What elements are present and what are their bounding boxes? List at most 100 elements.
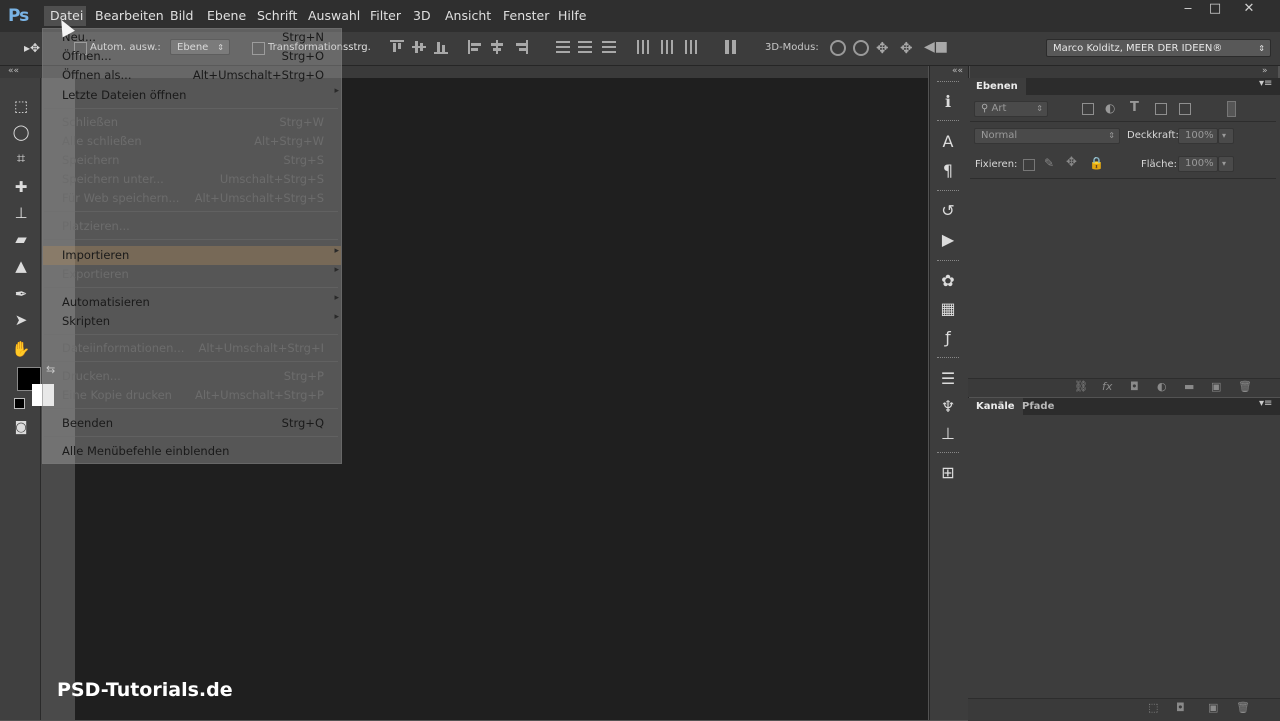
menu-3d[interactable]: 3D — [413, 8, 431, 23]
hand-tool-icon[interactable]: ✋ — [11, 339, 31, 359]
pan-3d-icon[interactable]: ✥ — [876, 39, 889, 57]
align-left-icon[interactable] — [468, 40, 484, 54]
menu-item-importieren[interactable]: Importieren ▸ — [62, 246, 339, 265]
rotate-3d-icon[interactable] — [830, 40, 846, 56]
eraser-tool-icon[interactable]: ▰ — [11, 229, 31, 249]
workspace-dropdown[interactable]: Marco Kolditz, MEER DER IDEEN® ⇕ — [1046, 39, 1271, 57]
opacity-field[interactable]: 100% — [1178, 128, 1218, 144]
filter-toggle[interactable] — [1227, 101, 1236, 117]
menu-item-automatisieren[interactable]: Automatisieren ▸ — [62, 293, 339, 312]
adjustment-layer-icon[interactable]: ◐ — [1157, 381, 1169, 392]
sharpen-tool-icon[interactable]: ▲ — [11, 256, 31, 276]
filter-shape-icon[interactable] — [1155, 103, 1167, 115]
distribute-top-icon[interactable] — [556, 40, 572, 54]
menu-item-schliessen[interactable]: Schließen Strg+W — [62, 114, 327, 132]
align-top-icon[interactable] — [390, 40, 406, 54]
menu-hilfe[interactable]: Hilfe — [558, 8, 586, 23]
filter-smart-object-icon[interactable] — [1179, 103, 1191, 115]
distribute-bottom-icon[interactable] — [602, 40, 618, 54]
paragraph-icon[interactable]: ¶ — [938, 161, 958, 181]
filter-adjustment-icon[interactable]: ◐ — [1105, 101, 1115, 115]
brush-presets-icon[interactable]: ♆ — [938, 397, 958, 417]
panel-menu-icon[interactable]: ▾≡ — [1259, 78, 1272, 89]
lasso-tool-icon[interactable]: ◯ — [11, 122, 31, 142]
maximize-button[interactable]: □ — [1198, 0, 1232, 18]
link-layers-icon[interactable]: ⛓ — [1074, 381, 1088, 392]
auto-align-icon[interactable] — [724, 40, 740, 54]
move-tool-icon[interactable]: ▸✥ — [24, 41, 40, 55]
lock-image-icon[interactable]: ✎ — [1044, 156, 1054, 170]
delete-channel-icon[interactable]: 🗑 — [1236, 702, 1250, 713]
menu-item-speichern[interactable]: Speichern Strg+S — [62, 152, 327, 170]
fill-field[interactable]: 100% — [1178, 156, 1218, 172]
color-palette-icon[interactable]: ✿ — [938, 271, 958, 291]
lock-transparent-icon[interactable] — [1023, 159, 1035, 171]
menu-item-speichern-unter[interactable]: Speichern unter... Umschalt+Strg+S — [62, 171, 327, 189]
menu-item-alle-menuebefehle[interactable]: Alle Menübefehle einblenden — [62, 443, 327, 461]
menu-item-eine-kopie-drucken[interactable]: Eine Kopie drucken Alt+Umschalt+Strg+P — [62, 387, 327, 405]
menu-schrift[interactable]: Schrift — [257, 8, 297, 23]
layer-style-icon[interactable]: fx — [1102, 381, 1114, 392]
menu-item-oeffnen[interactable]: Öffnen... Strg+O — [62, 48, 327, 66]
add-mask-icon[interactable]: ◘ — [1130, 381, 1142, 392]
healing-tool-icon[interactable]: ✚ — [11, 177, 31, 197]
pen-tool-icon[interactable]: ✒ — [11, 284, 31, 304]
menu-item-alle-schliessen[interactable]: Alle schließen Alt+Strg+W — [62, 133, 327, 151]
menu-item-beenden[interactable]: Beenden Strg+Q — [62, 415, 327, 433]
menu-fenster[interactable]: Fenster — [503, 8, 549, 23]
tab-pfade[interactable]: Pfade — [1014, 398, 1062, 415]
3d-icon[interactable]: ⊞ — [938, 463, 958, 483]
swatches-icon[interactable]: ▦ — [938, 299, 958, 319]
lock-all-icon[interactable]: 🔒 — [1089, 156, 1104, 170]
menu-item-exportieren[interactable]: Exportieren ▸ — [62, 265, 339, 284]
menu-ansicht[interactable]: Ansicht — [445, 8, 491, 23]
collapse-dock-icon[interactable]: «« — [952, 66, 963, 76]
filter-kind-dropdown[interactable]: ⚲ Art ⇕ — [974, 101, 1048, 117]
stamp-tool-icon[interactable]: ⊥ — [11, 203, 31, 223]
new-group-icon[interactable]: ▬ — [1184, 381, 1196, 392]
menu-item-fuer-web-speichern[interactable]: Für Web speichern... Alt+Umschalt+Strg+S — [62, 190, 327, 208]
align-right-icon[interactable] — [514, 40, 530, 54]
distribute-vcenter-icon[interactable] — [578, 40, 594, 54]
scale-3d-icon[interactable]: ◀■ — [924, 39, 948, 55]
align-vcenter-icon[interactable] — [412, 40, 428, 54]
menu-item-drucken[interactable]: Drucken... Strg+P — [62, 368, 327, 386]
menu-filter[interactable]: Filter — [370, 8, 401, 23]
collapse-panels-icon[interactable]: » — [1262, 66, 1268, 76]
filter-type-icon[interactable]: T — [1130, 100, 1139, 115]
adjustments-icon[interactable]: ☰ — [938, 369, 958, 389]
quick-mask-icon[interactable]: ◙ — [11, 418, 31, 438]
menu-item-skripten[interactable]: Skripten ▸ — [62, 312, 339, 331]
character-icon[interactable]: A — [938, 132, 958, 152]
menu-auswahl[interactable]: Auswahl — [308, 8, 360, 23]
menu-item-neu[interactable]: Neu... Strg+N — [62, 29, 327, 47]
styles-icon[interactable]: ƒ — [938, 328, 958, 348]
roll-3d-icon[interactable] — [853, 40, 869, 56]
distribute-left-icon[interactable] — [636, 40, 652, 54]
history-icon[interactable]: ↺ — [938, 201, 958, 221]
lock-position-icon[interactable]: ✥ — [1066, 155, 1077, 170]
menu-item-oeffnen-als[interactable]: Öffnen als... Alt+Umschalt+Strg+O — [62, 67, 327, 85]
panel-menu-icon[interactable]: ▾≡ — [1259, 398, 1272, 409]
marquee-tool-icon[interactable]: ⬚ — [11, 96, 31, 116]
new-channel-icon[interactable]: ▣ — [1208, 702, 1220, 713]
fill-arrow-icon[interactable]: ▾ — [1218, 156, 1234, 172]
opacity-arrow-icon[interactable]: ▾ — [1218, 128, 1234, 144]
new-layer-icon[interactable]: ▣ — [1211, 381, 1223, 392]
align-bottom-icon[interactable] — [434, 40, 450, 54]
path-select-tool-icon[interactable]: ➤ — [11, 310, 31, 330]
crop-tool-icon[interactable]: ⌗ — [11, 148, 31, 168]
distribute-hcenter-icon[interactable] — [660, 40, 676, 54]
blend-mode-dropdown[interactable]: Normal ⇕ — [974, 128, 1120, 144]
save-selection-icon[interactable]: ◘ — [1176, 702, 1188, 713]
slide-3d-icon[interactable]: ✥ — [900, 39, 913, 57]
tab-ebenen[interactable]: Ebenen — [968, 78, 1026, 95]
info-icon[interactable]: ℹ — [938, 92, 958, 112]
clone-source-icon[interactable]: ⊥ — [938, 424, 958, 444]
menu-item-platzieren[interactable]: Platzieren... — [62, 218, 327, 236]
close-button[interactable]: ✕ — [1232, 0, 1266, 18]
distribute-right-icon[interactable] — [684, 40, 700, 54]
collapse-tools-icon[interactable]: «« — [8, 66, 19, 76]
actions-icon[interactable]: ▶ — [938, 230, 958, 250]
filter-pixel-icon[interactable] — [1082, 103, 1094, 115]
